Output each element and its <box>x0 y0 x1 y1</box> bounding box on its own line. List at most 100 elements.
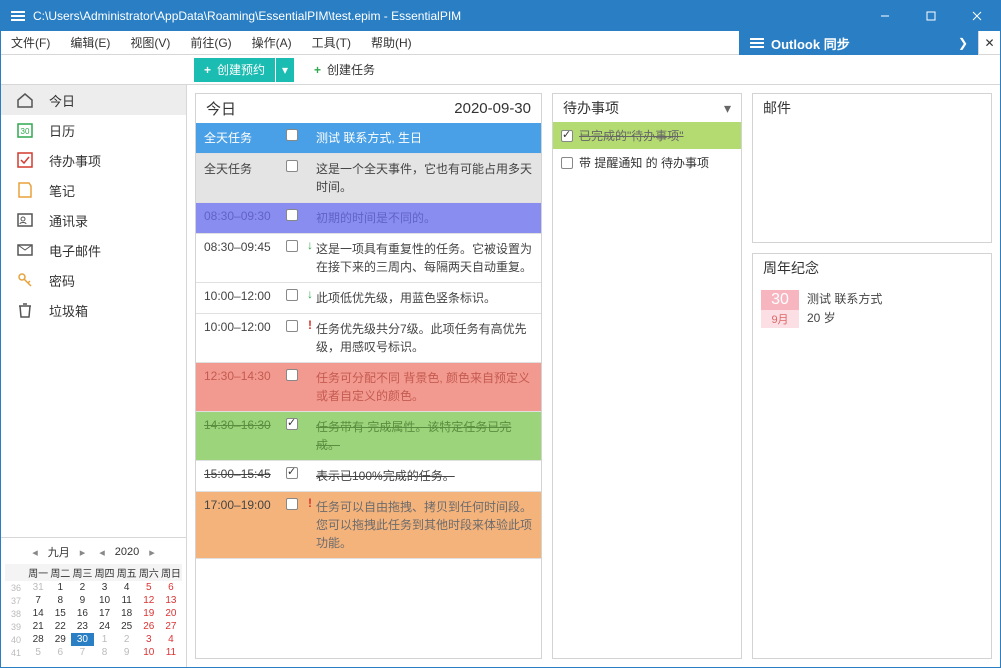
calendar-day[interactable]: 13 <box>160 594 182 607</box>
nav-contacts[interactable]: 通讯录 <box>1 205 186 235</box>
close-button[interactable] <box>954 1 1000 31</box>
prev-month-button[interactable]: ◂ <box>28 546 42 559</box>
calendar-day[interactable]: 5 <box>138 581 160 594</box>
sync-close-button[interactable]: ✕ <box>978 31 1000 54</box>
task-checkbox[interactable] <box>286 369 298 381</box>
nav-calendar[interactable]: 30 日历 <box>1 115 186 145</box>
calendar-day[interactable]: 29 <box>49 633 71 646</box>
calendar-day[interactable]: 12 <box>138 594 160 607</box>
schedule-row[interactable]: 10:00–12:00↓此项低优先级，用蓝色竖条标识。 <box>196 283 541 314</box>
calendar-day[interactable]: 15 <box>49 607 71 620</box>
calendar-day[interactable]: 17 <box>94 607 116 620</box>
calendar-day[interactable]: 6 <box>160 581 182 594</box>
todo-checkbox[interactable] <box>561 157 573 169</box>
calendar-day[interactable]: 20 <box>160 607 182 620</box>
schedule-row[interactable]: 08:30–09:30初期的时间是不同的。 <box>196 203 541 234</box>
todo-title: 待办事项 <box>563 98 619 118</box>
menu-view[interactable]: 视图(V) <box>120 31 180 54</box>
menu-edit[interactable]: 编辑(E) <box>60 31 120 54</box>
calendar-day[interactable]: 5 <box>27 646 49 659</box>
task-checkbox[interactable] <box>286 498 298 510</box>
schedule-row[interactable]: 14:30–16:30任务带有 完成属性。该特定任务已完成。 <box>196 412 541 461</box>
calendar-day[interactable]: 27 <box>160 620 182 633</box>
calendar-day[interactable]: 10 <box>94 594 116 607</box>
maximize-button[interactable] <box>908 1 954 31</box>
schedule-row[interactable]: 08:30–09:45↓这是一项具有重复性的任务。它被设置为在接下来的三周内、每… <box>196 234 541 283</box>
menu-tools[interactable]: 工具(T) <box>302 31 361 54</box>
prev-year-button[interactable]: ◂ <box>95 546 109 559</box>
calendar-day[interactable]: 8 <box>49 594 71 607</box>
calendar-day[interactable]: 22 <box>49 620 71 633</box>
next-year-button[interactable]: ▸ <box>145 546 159 559</box>
task-checkbox[interactable] <box>286 467 298 479</box>
calendar-day[interactable]: 23 <box>71 620 93 633</box>
calendar-day[interactable]: 16 <box>71 607 93 620</box>
schedule-row[interactable]: 17:00–19:00!任务可以自由拖拽、拷贝到任何时间段。您可以拖拽此任务到其… <box>196 492 541 559</box>
calendar-day[interactable]: 30 <box>71 633 93 646</box>
calendar-day[interactable]: 11 <box>160 646 182 659</box>
schedule-row[interactable]: 10:00–12:00!任务优先级共分7级。此项任务有高优先级，用感叹号标识。 <box>196 314 541 363</box>
calendar-day[interactable]: 9 <box>71 594 93 607</box>
calendar-day[interactable]: 21 <box>27 620 49 633</box>
expand-icon[interactable]: ▾ <box>724 100 731 117</box>
task-checkbox[interactable] <box>286 240 298 252</box>
chevron-right-icon[interactable]: ❯ <box>954 36 972 50</box>
calendar-day[interactable]: 10 <box>138 646 160 659</box>
calendar-day[interactable]: 4 <box>116 581 138 594</box>
task-checkbox[interactable] <box>286 418 298 430</box>
anniversary-title: 周年纪念 <box>763 258 819 278</box>
calendar-day[interactable]: 1 <box>49 581 71 594</box>
nav-todo[interactable]: 待办事项 <box>1 145 186 175</box>
todo-item[interactable]: 已完成的"待办事项" <box>553 122 741 149</box>
calendar-day[interactable]: 9 <box>116 646 138 659</box>
calendar-day[interactable]: 8 <box>94 646 116 659</box>
calendar-day[interactable]: 2 <box>116 633 138 646</box>
calendar-day[interactable]: 3 <box>138 633 160 646</box>
nav-passwords[interactable]: 密码 <box>1 265 186 295</box>
calendar-day[interactable]: 14 <box>27 607 49 620</box>
menu-actions[interactable]: 操作(A) <box>242 31 302 54</box>
create-task-button[interactable]: + 创建任务 <box>304 58 385 82</box>
create-appointment-button[interactable]: + 创建预约 <box>194 58 275 82</box>
nav-mail[interactable]: 电子邮件 <box>1 235 186 265</box>
task-checkbox[interactable] <box>286 160 298 172</box>
schedule-row[interactable]: 全天任务测试 联系方式, 生日 <box>196 123 541 154</box>
calendar-day[interactable]: 3 <box>94 581 116 594</box>
calendar-day[interactable]: 24 <box>94 620 116 633</box>
nav-trash[interactable]: 垃圾箱 <box>1 295 186 325</box>
calendar-day[interactable]: 6 <box>49 646 71 659</box>
nav-notes[interactable]: 笔记 <box>1 175 186 205</box>
outlook-sync-header[interactable]: Outlook 同步 ❯ <box>739 31 978 55</box>
schedule-row[interactable]: 12:30–14:30任务可分配不同 背景色, 颜色来自预定义或者自定义的颜色。 <box>196 363 541 412</box>
schedule-row[interactable]: 全天任务这是一个全天事件，它也有可能占用多天时间。 <box>196 154 541 203</box>
menu-file[interactable]: 文件(F) <box>1 31 60 54</box>
calendar-day[interactable]: 1 <box>94 633 116 646</box>
task-checkbox[interactable] <box>286 129 298 141</box>
create-appointment-dropdown[interactable]: ▾ <box>276 58 294 82</box>
calendar-day[interactable]: 18 <box>116 607 138 620</box>
nav-today[interactable]: 今日 <box>1 85 186 115</box>
calendar-day[interactable]: 2 <box>71 581 93 594</box>
mini-calendar-grid[interactable]: 周一周二周三周四周五周六周日 3631123456377891011121338… <box>5 564 182 659</box>
todo-checkbox[interactable] <box>561 130 573 142</box>
calendar-day[interactable]: 4 <box>160 633 182 646</box>
schedule-list: 全天任务测试 联系方式, 生日全天任务这是一个全天事件，它也有可能占用多天时间。… <box>196 123 541 658</box>
minimize-button[interactable] <box>862 1 908 31</box>
calendar-day[interactable]: 25 <box>116 620 138 633</box>
task-checkbox[interactable] <box>286 320 298 332</box>
calendar-day[interactable]: 7 <box>27 594 49 607</box>
calendar-day[interactable]: 19 <box>138 607 160 620</box>
task-checkbox[interactable] <box>286 209 298 221</box>
calendar-day[interactable]: 11 <box>116 594 138 607</box>
calendar-day[interactable]: 31 <box>27 581 49 594</box>
menu-help[interactable]: 帮助(H) <box>361 31 422 54</box>
task-checkbox[interactable] <box>286 289 298 301</box>
calendar-day[interactable]: 28 <box>27 633 49 646</box>
calendar-day[interactable]: 26 <box>138 620 160 633</box>
calendar-day[interactable]: 7 <box>71 646 93 659</box>
schedule-row[interactable]: 15:00–15:45表示已100%完成的任务。 <box>196 461 541 492</box>
month-label: 九月 <box>48 544 70 560</box>
next-month-button[interactable]: ▸ <box>76 546 90 559</box>
todo-item[interactable]: 带 提醒通知 的 待办事项 <box>553 149 741 176</box>
menu-go[interactable]: 前往(G) <box>180 31 241 54</box>
